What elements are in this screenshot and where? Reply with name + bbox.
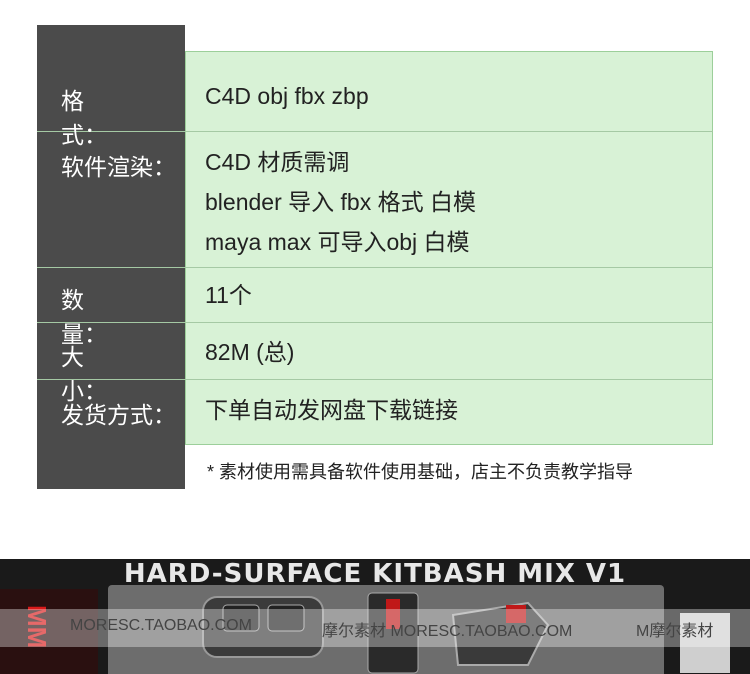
label-software-key: 软件渲染 xyxy=(61,154,153,180)
software-line-1: C4D 材质需调 xyxy=(205,149,350,175)
label-delivery-colon: ： xyxy=(153,402,176,428)
software-line-2: blender 导入 fbx 格式 白模 xyxy=(205,189,476,215)
watermark-strip: MORESC.TAOBAO.COM 摩尔素材 MORESC.TAOBAO.COM… xyxy=(0,609,750,647)
product-banner: HARD-SURFACE KITBASH MIX V1 MM MORESC.TA… xyxy=(0,559,750,674)
usage-note: * 素材使用需具备软件使用基础，店主不负责教学指导 xyxy=(207,462,634,482)
quantity-value: 11个 xyxy=(205,282,252,308)
format-value: C4D obj fbx zbp xyxy=(205,83,369,109)
label-format-colon: 式： xyxy=(61,122,107,148)
label-format: 格 式： xyxy=(37,82,185,150)
label-size-key: 大 xyxy=(61,344,84,370)
label-format-key: 格 xyxy=(61,88,84,114)
size-value: 82M (总) xyxy=(205,339,295,365)
label-quantity-key: 数 xyxy=(61,287,84,313)
row-divider xyxy=(37,267,713,268)
label-software-colon: ： xyxy=(153,154,176,180)
watermark-1: MORESC.TAOBAO.COM xyxy=(70,617,252,634)
delivery-value: 下单自动发网盘下载链接 xyxy=(205,397,458,423)
software-line-3: maya max 可导入obj 白模 xyxy=(205,229,470,255)
watermark-2: 摩尔素材 MORESC.TAOBAO.COM xyxy=(322,623,573,640)
watermark-3: M摩尔素材 xyxy=(636,623,714,640)
label-software: 软件渲染： xyxy=(37,148,185,182)
label-delivery: 发货方式： xyxy=(37,396,185,430)
label-delivery-key: 发货方式 xyxy=(61,402,153,428)
